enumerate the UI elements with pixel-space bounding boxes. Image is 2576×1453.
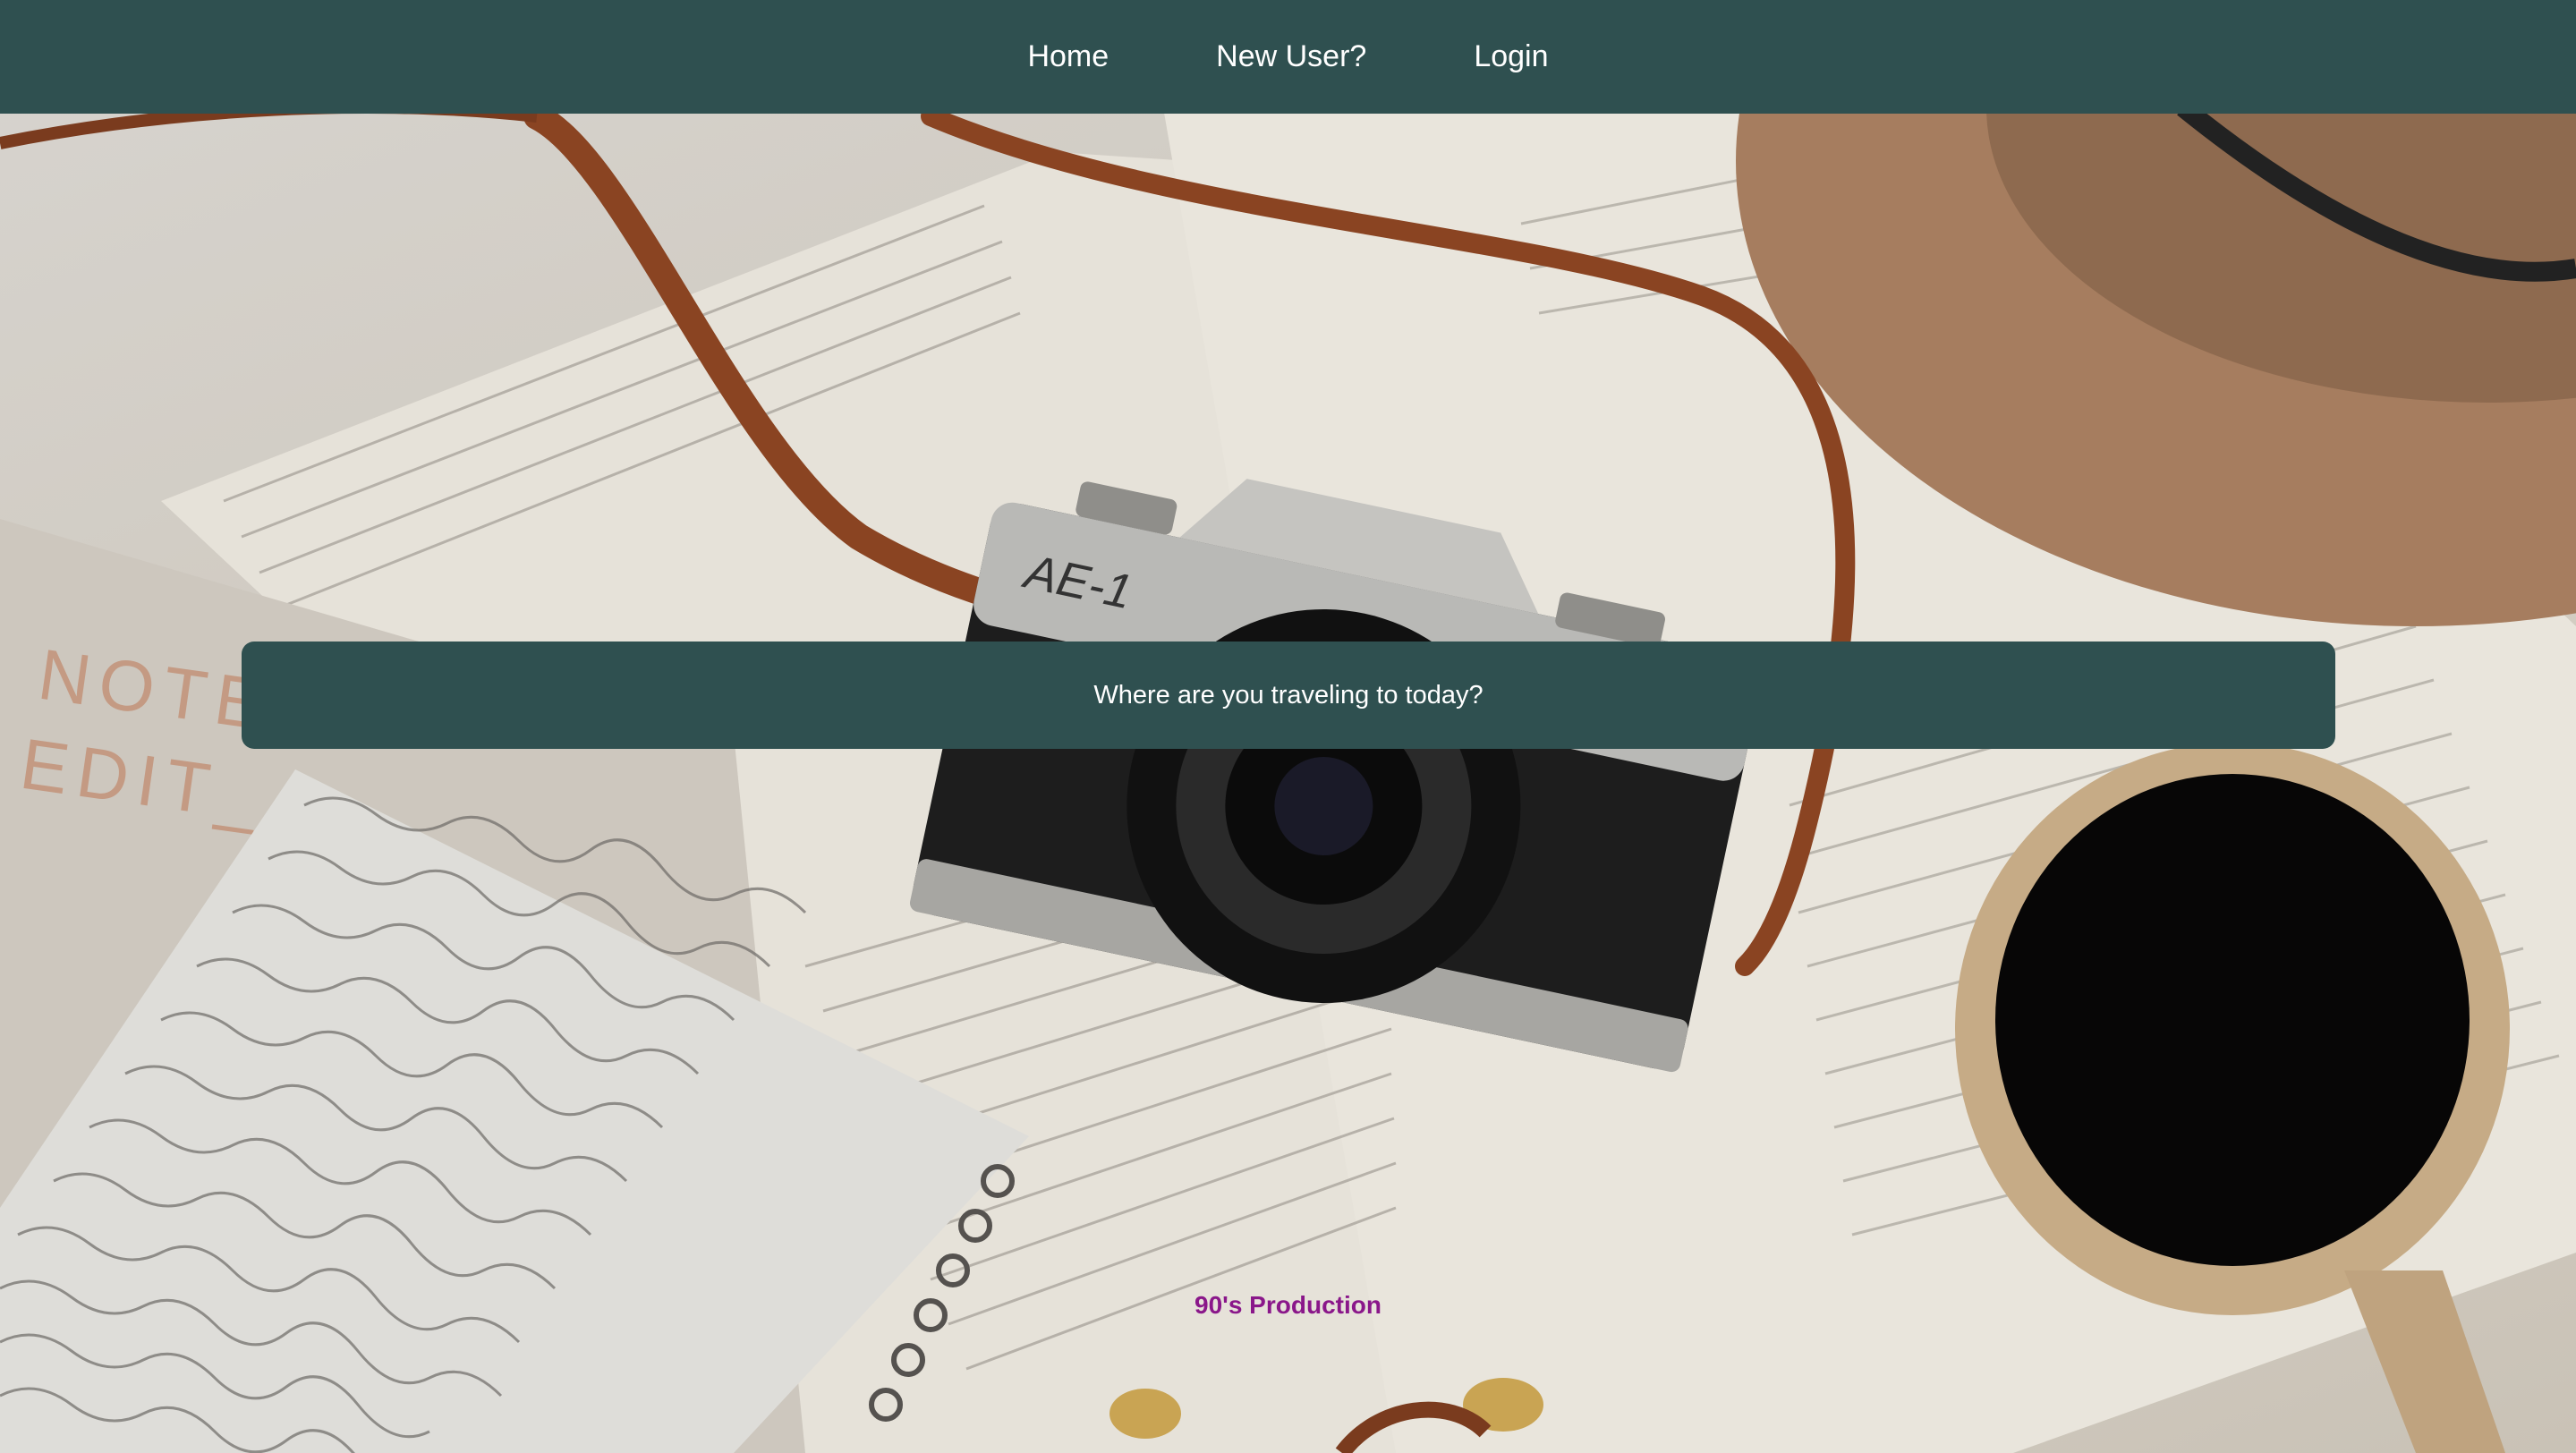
travel-search-prompt: Where are you traveling to today? [1093,680,1484,710]
nav-home-link[interactable]: Home [973,32,1162,81]
travel-search-banner[interactable]: Where are you traveling to today? [242,642,2335,749]
top-navbar: Home New User? Login [0,0,2576,114]
nav-login-link[interactable]: Login [1420,32,1602,81]
footer-credit: 90's Production [1194,1291,1382,1319]
nav-new-user-link[interactable]: New User? [1162,32,1420,81]
